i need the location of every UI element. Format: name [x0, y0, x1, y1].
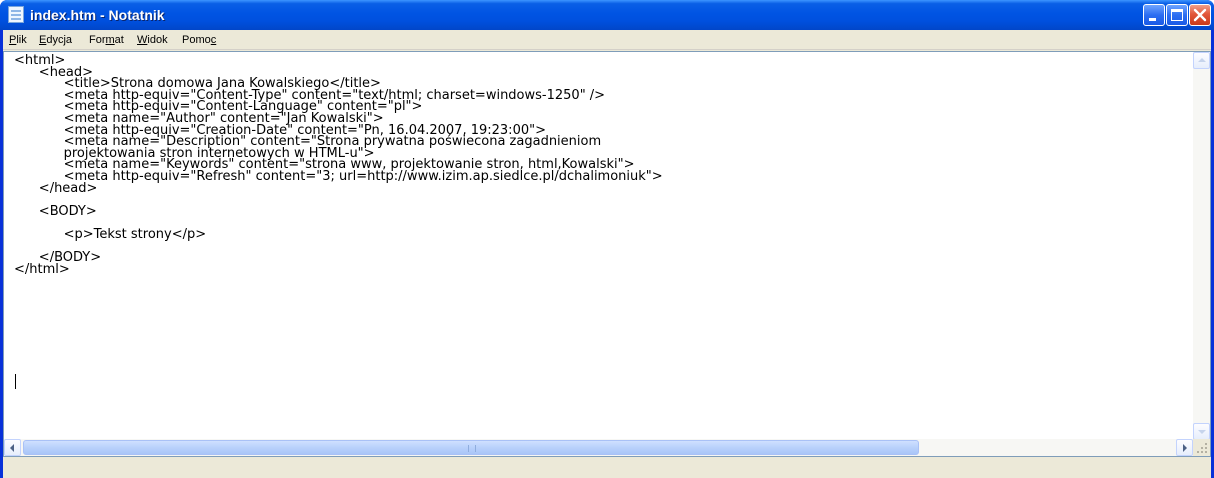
notepad-icon[interactable]: [8, 6, 24, 23]
scroll-up-button[interactable]: [1193, 52, 1210, 69]
close-icon: [1193, 8, 1207, 22]
editor-line: </html>: [14, 261, 70, 277]
editor-line: <meta http-equiv="Refresh" content="3; u…: [14, 168, 663, 184]
menu-item-pomoc[interactable]: Pomoc: [182, 33, 216, 47]
minimize-icon: [1149, 18, 1156, 21]
editor-line: <p>Tekst strony</p>: [14, 226, 207, 242]
editor-line: </head>: [14, 180, 98, 196]
resize-grip-icon: [1197, 443, 1207, 453]
scroll-down-button[interactable]: [1193, 423, 1210, 440]
horizontal-scroll-thumb[interactable]: [23, 440, 919, 455]
editor-line: <html>: [14, 53, 66, 68]
arrow-up-icon: [1198, 58, 1206, 62]
window-title: index.htm - Notatnik: [30, 7, 165, 23]
scroll-left-button[interactable]: [4, 439, 21, 456]
editor-line: </BODY>: [14, 250, 102, 266]
arrow-down-icon: [1198, 430, 1206, 434]
vertical-scrollbar[interactable]: [1193, 52, 1210, 440]
menu-item-plik[interactable]: Plik: [9, 33, 27, 47]
scroll-right-button[interactable]: [1176, 439, 1193, 456]
close-button[interactable]: [1189, 4, 1211, 26]
resize-grip[interactable]: [1193, 439, 1210, 456]
title-bar[interactable]: index.htm - Notatnik: [0, 0, 1214, 30]
menu-item-widok[interactable]: Widok: [137, 33, 168, 47]
menu-item-edycja[interactable]: Edycja: [39, 33, 72, 47]
editor-line: <BODY>: [14, 203, 97, 219]
menu-item-format[interactable]: Format: [89, 33, 124, 47]
menu-bar: Plik Edycja Format Widok Pomoc: [3, 30, 1211, 50]
window-body: Plik Edycja Format Widok Pomoc <html> <h…: [3, 30, 1211, 478]
editor-text[interactable]: <html> <head> <title>Strona domowa Jana …: [14, 53, 1194, 277]
text-caret: [15, 374, 16, 389]
text-editor[interactable]: <html> <head> <title>Strona domowa Jana …: [3, 51, 1211, 457]
horizontal-scrollbar[interactable]: [4, 439, 1193, 456]
arrow-right-icon: [1183, 444, 1187, 452]
minimize-button[interactable]: [1143, 4, 1165, 26]
maximize-icon: [1171, 9, 1183, 21]
grip-icon: [468, 445, 476, 452]
arrow-left-icon: [10, 444, 14, 452]
maximize-button[interactable]: [1166, 4, 1188, 26]
notepad-window: index.htm - Notatnik Plik Edycja Format …: [0, 0, 1214, 478]
